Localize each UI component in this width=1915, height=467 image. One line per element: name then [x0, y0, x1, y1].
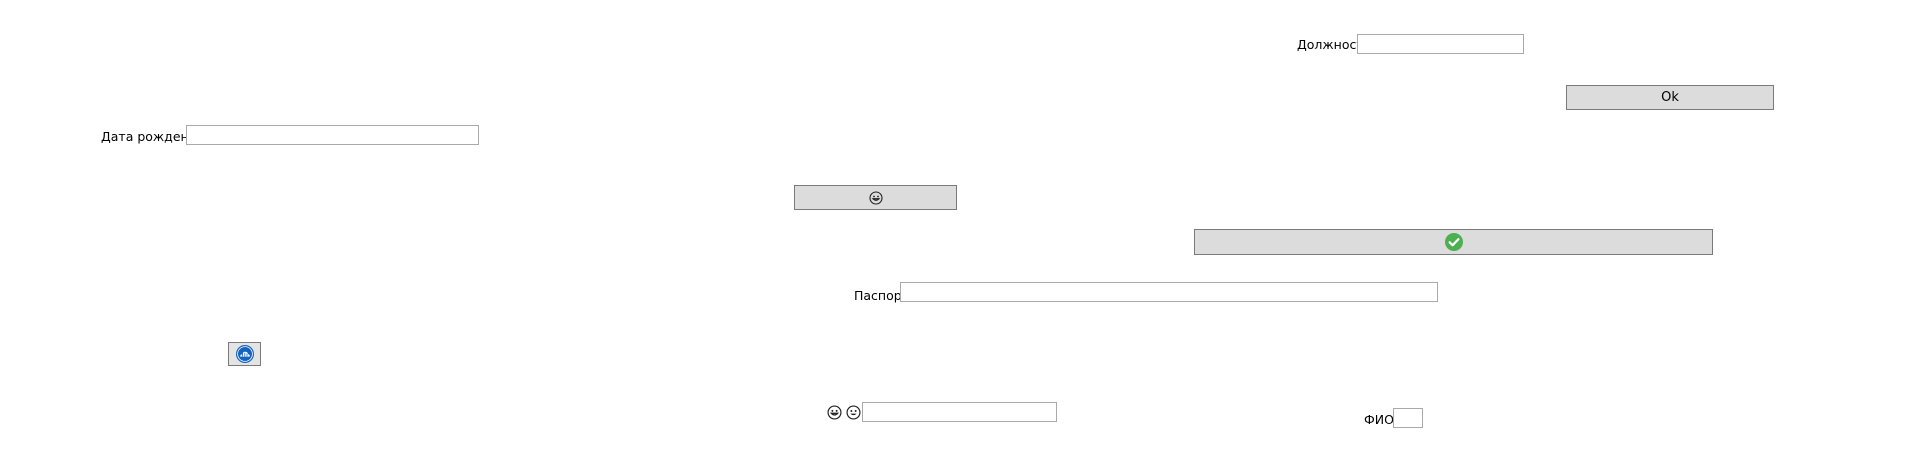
- smiley-button[interactable]: [794, 185, 957, 210]
- cloud-button[interactable]: [228, 342, 261, 366]
- blue-cloud-badge-icon: [235, 344, 255, 364]
- confirm-button[interactable]: [1194, 229, 1713, 255]
- fio-field[interactable]: [1393, 408, 1423, 428]
- smiling-face-icon: [846, 405, 861, 420]
- check-circle-icon: [1444, 232, 1464, 252]
- fio-label: ФИО: [1364, 412, 1394, 427]
- grinning-face-icon: [868, 190, 883, 205]
- grinning-face-icon: [827, 405, 842, 420]
- ok-button-label: Ok: [1661, 90, 1679, 105]
- ok-button[interactable]: Ok: [1566, 85, 1774, 110]
- position-field[interactable]: [1357, 34, 1524, 54]
- emoji-field[interactable]: [862, 402, 1057, 422]
- passport-field[interactable]: [900, 282, 1438, 302]
- birthdate-field[interactable]: [186, 125, 479, 145]
